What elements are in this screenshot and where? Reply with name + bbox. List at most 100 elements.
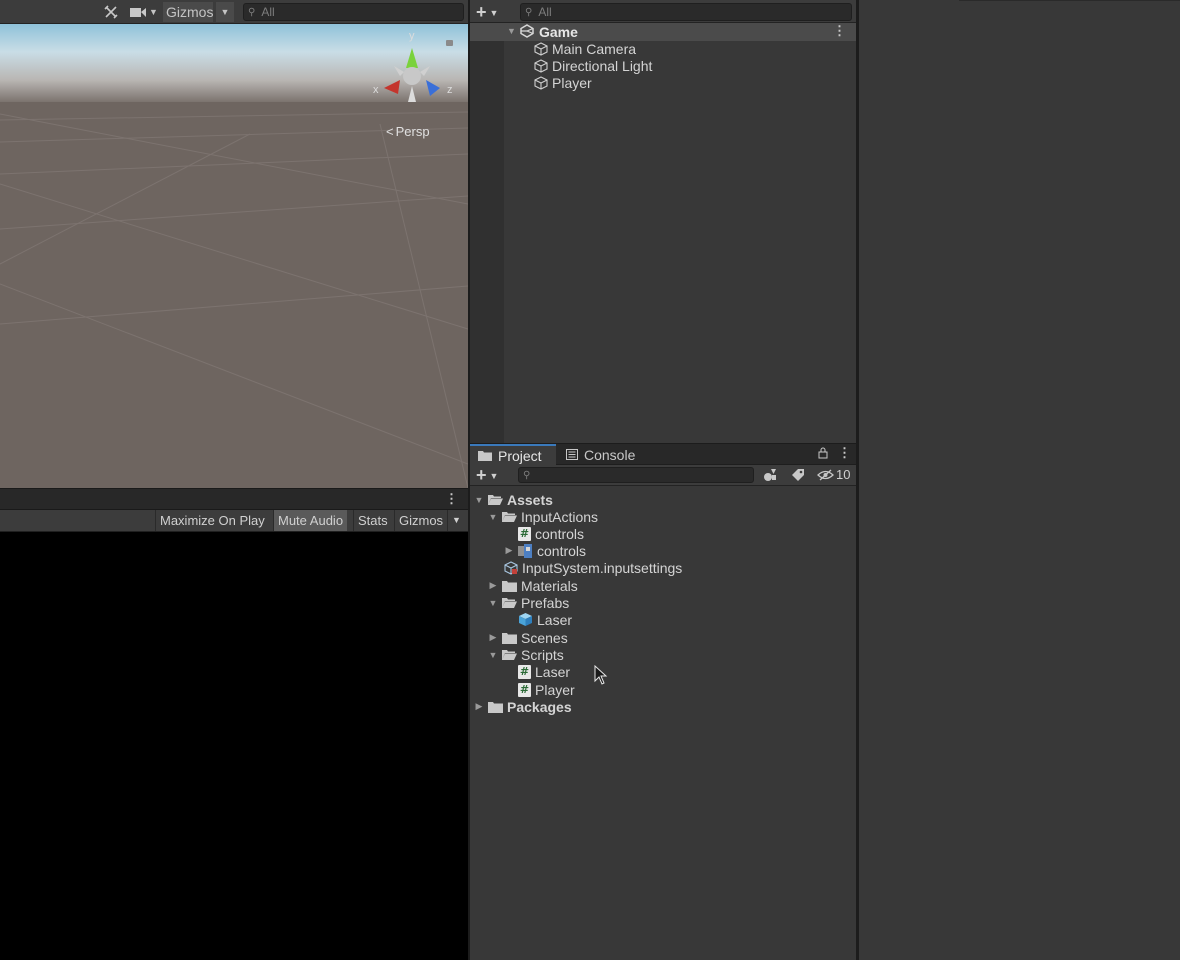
tree-item-inputactions[interactable]: ▼ InputActions <box>488 508 599 525</box>
hierarchy-gutter <box>470 41 504 443</box>
persp-toggle[interactable]: < Persp <box>386 124 430 139</box>
panel-splitter[interactable] <box>470 443 856 444</box>
orientation-gizmo[interactable]: y x z <box>370 30 460 112</box>
eye-slash-icon <box>817 469 834 480</box>
tab-console[interactable]: Console <box>558 444 643 465</box>
tree-item-label: controls <box>535 525 585 542</box>
tree-item-label: Materials <box>521 577 578 594</box>
tree-item-label: controls <box>537 542 587 559</box>
panel-divider <box>959 0 1180 1</box>
axis-y-label: y <box>409 30 415 42</box>
create-dropdown[interactable]: + ▼ <box>476 2 498 23</box>
more-options-icon[interactable]: ⋮ <box>445 491 458 507</box>
tree-item-laser-prefab[interactable]: Laser <box>518 611 572 628</box>
search-icon: ⚲ <box>523 469 531 481</box>
search-icon: ⚲ <box>248 6 256 18</box>
tab-label: Console <box>584 446 636 463</box>
tree-item-label: Laser <box>535 663 571 680</box>
unity-scene-icon <box>520 24 534 41</box>
search-by-type-icon[interactable] <box>763 468 777 485</box>
hidden-count: 10 <box>836 467 851 482</box>
hierarchy-toolbar: + ▼ ⚲ All <box>470 0 856 23</box>
project-search-input[interactable]: ⚲ <box>518 467 754 483</box>
scene-search-input[interactable]: ⚲ All <box>243 3 464 21</box>
expand-arrow-icon[interactable]: ▼ <box>488 650 498 660</box>
prefab-cube-icon <box>519 613 532 626</box>
scene-view-panel: y x z < Persp ▼ Gizmos ▼ ⚲ All <box>0 0 468 488</box>
create-dropdown[interactable]: + ▼ <box>476 465 498 486</box>
scene-name: Game <box>539 24 578 40</box>
lock-icon[interactable] <box>446 40 453 46</box>
expand-arrow-icon[interactable]: ▼ <box>507 26 516 36</box>
gameobject-cube-icon <box>534 75 548 90</box>
hierarchy-panel: + ▼ ⚲ All ▼ Game ⋮ Main Camera Direction… <box>470 0 856 443</box>
camera-icon <box>130 7 147 17</box>
expand-arrow-icon[interactable]: ▶ <box>504 545 514 556</box>
panel-splitter[interactable] <box>856 0 858 960</box>
expand-arrow-icon[interactable]: ▶ <box>488 632 498 643</box>
tree-item-scripts[interactable]: ▼ Scripts <box>488 646 564 663</box>
hierarchy-item-label: Main Camera <box>552 40 637 57</box>
expand-arrow-icon[interactable]: ▼ <box>488 512 498 522</box>
csharp-script-icon: # <box>518 526 531 541</box>
hierarchy-item-main-camera[interactable]: Main Camera <box>534 40 636 57</box>
search-icon: ⚲ <box>525 6 533 18</box>
lock-icon[interactable] <box>818 447 828 462</box>
tree-item-scenes[interactable]: ▶ Scenes <box>488 629 568 646</box>
gizmos-button[interactable]: Gizmos <box>163 2 213 22</box>
tree-item-materials[interactable]: ▶ Materials <box>488 577 578 594</box>
hierarchy-search-input[interactable]: ⚲ All <box>520 3 852 21</box>
tree-item-inputsystem-settings[interactable]: InputSystem.inputsettings <box>504 559 682 576</box>
search-by-label-icon[interactable] <box>791 468 805 485</box>
stats-toggle[interactable]: Stats <box>353 510 392 531</box>
tree-item-label: Scenes <box>521 629 568 646</box>
scene-viewport[interactable]: y x z < Persp <box>0 24 468 488</box>
tree-item-label: InputActions <box>521 508 599 525</box>
scene-row[interactable]: ▼ Game ⋮ <box>470 23 856 41</box>
expand-arrow-icon[interactable]: ▼ <box>488 598 498 608</box>
maximize-on-play-toggle[interactable]: Maximize On Play <box>155 510 269 531</box>
gizmos-dropdown-icon[interactable]: ▼ <box>447 510 465 531</box>
tab-label: Project <box>498 447 542 464</box>
hierarchy-item-directional-light[interactable]: Directional Light <box>534 57 652 74</box>
folder-open-icon <box>502 511 517 522</box>
folder-open-icon <box>502 597 517 608</box>
more-options-icon[interactable]: ⋮ <box>838 445 851 461</box>
console-icon <box>566 449 578 460</box>
expand-arrow-icon[interactable]: ▶ <box>488 580 498 591</box>
tree-item-controls-asset[interactable]: ▶ controls <box>504 542 587 559</box>
chevron-down-icon: ▼ <box>489 7 499 18</box>
plus-icon: + <box>476 465 487 485</box>
mute-audio-toggle[interactable]: Mute Audio <box>273 510 348 531</box>
expand-arrow-icon[interactable]: ▶ <box>474 701 484 712</box>
axis-x-label: x <box>373 84 379 96</box>
folder-icon <box>478 451 492 461</box>
tree-item-packages[interactable]: ▶ Packages <box>474 698 572 715</box>
more-options-icon[interactable]: ⋮ <box>833 23 846 39</box>
tree-item-controls-script[interactable]: # controls <box>518 525 584 542</box>
panel-splitter[interactable] <box>468 0 470 960</box>
hidden-packages-toggle[interactable]: 10 <box>817 467 850 482</box>
tab-project[interactable]: Project <box>470 444 556 465</box>
camera-dropdown[interactable]: ▼ <box>128 2 160 22</box>
hierarchy-item-player[interactable]: Player <box>534 74 592 91</box>
tree-item-prefabs[interactable]: ▼ Prefabs <box>488 594 570 611</box>
expand-arrow-icon[interactable]: ▼ <box>474 495 484 505</box>
csharp-script-icon: # <box>518 682 531 697</box>
csharp-script-icon: # <box>518 664 531 679</box>
project-panel: Project Console ⋮ + ▼ ⚲ 10 ▼ Assets ▼ In… <box>470 444 856 960</box>
tree-item-laser-script[interactable]: # Laser <box>518 663 570 680</box>
tree-item-label: Laser <box>537 611 573 628</box>
tree-item-label: Assets <box>507 491 553 508</box>
game-viewport[interactable] <box>0 532 468 960</box>
game-gizmos-toggle[interactable]: Gizmos <box>394 510 447 531</box>
tree-item-player-script[interactable]: # Player <box>518 681 575 698</box>
tools-icon[interactable] <box>102 2 120 22</box>
tree-item-label: Prefabs <box>521 594 570 611</box>
axis-z-label: z <box>447 84 453 96</box>
inspector-panel <box>858 0 1180 960</box>
gizmos-dropdown-icon[interactable]: ▼ <box>216 2 234 22</box>
tree-item-assets[interactable]: ▼ Assets <box>474 491 553 508</box>
folder-open-icon <box>502 649 517 660</box>
chevron-down-icon: ▼ <box>489 470 499 481</box>
